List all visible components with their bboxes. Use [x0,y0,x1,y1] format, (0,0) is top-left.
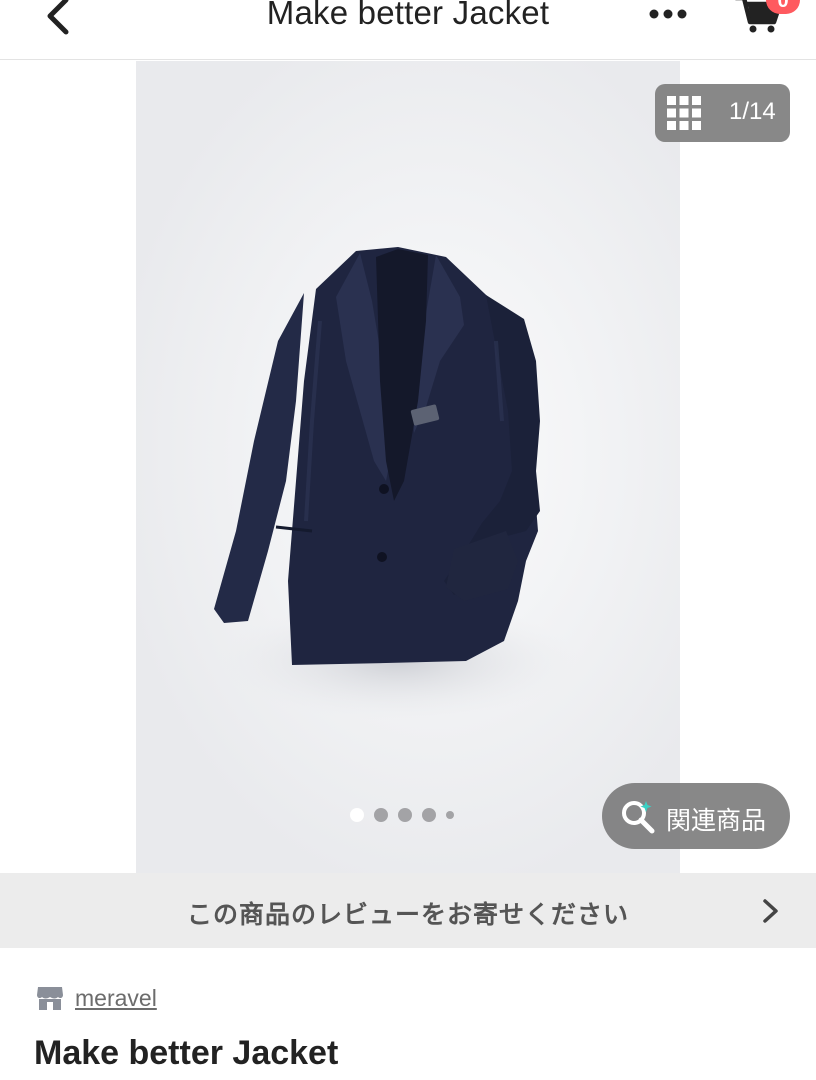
carousel-dot[interactable] [374,808,388,822]
review-request-text: この商品のレビューをお寄せください [186,900,629,929]
grid-icon [667,96,701,130]
shop-name[interactable]: meravel [75,985,157,1012]
chevron-right-icon [760,897,782,925]
carousel-dot[interactable] [446,811,454,819]
search-icon [620,799,656,835]
page-title: Make better Jacket [266,0,550,31]
image-counter-button[interactable]: 1/14 [655,84,790,142]
store-icon [36,985,64,1011]
top-nav-bar: Make better Jacket 0 [0,0,816,60]
product-photo[interactable] [136,61,680,873]
image-counter-text: 1/14 [729,98,776,125]
review-request-bar[interactable]: この商品のレビューをお寄せください [0,873,816,948]
more-options-icon[interactable] [644,2,692,24]
shop-link[interactable]: meravel [36,982,157,1014]
carousel-dot[interactable] [422,808,436,822]
product-image-gallery[interactable]: 1/14 関連商品 [0,61,816,873]
related-products-label: 関連商品 [666,806,767,835]
carousel-dot[interactable] [398,808,412,822]
carousel-dots [350,807,454,823]
product-name: Make better Jacket [34,1034,339,1072]
related-products-button[interactable]: 関連商品 [602,783,790,849]
carousel-dot[interactable] [350,808,364,822]
